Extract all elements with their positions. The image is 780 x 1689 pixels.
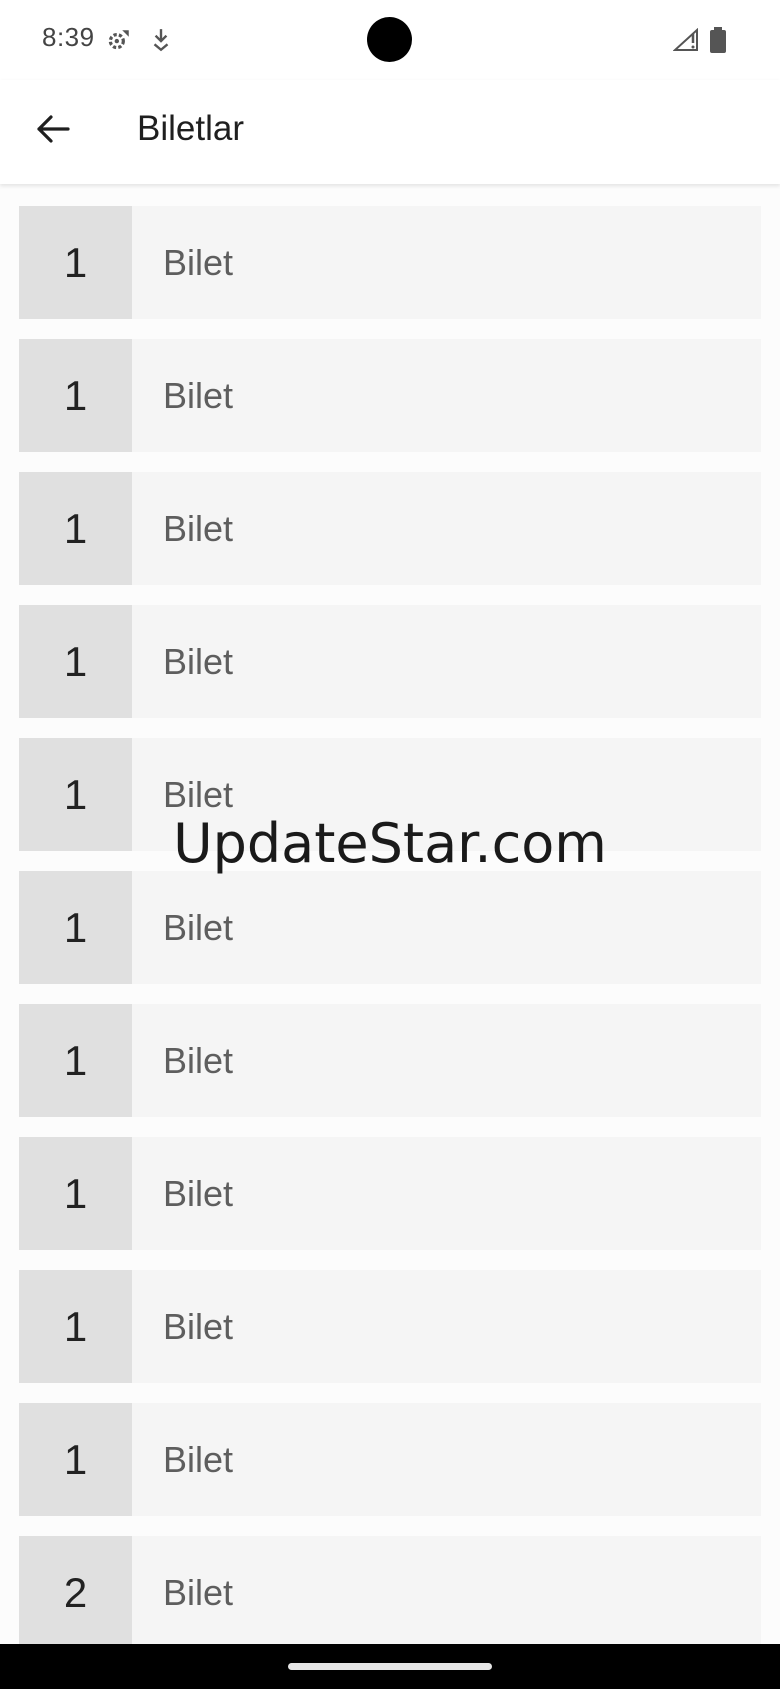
ticket-row[interactable]: 1 Bilet [19,605,761,718]
ticket-count: 1 [19,472,132,585]
ticket-count: 1 [19,206,132,319]
ticket-count: 1 [19,1137,132,1250]
ticket-label: Bilet [132,472,761,585]
ticket-count: 1 [19,738,132,851]
ticket-count: 1 [19,605,132,718]
home-indicator[interactable] [288,1663,492,1670]
ticket-row[interactable]: 1 Bilet [19,1403,761,1516]
ticket-count: 1 [19,1004,132,1117]
ticket-row[interactable]: 2 Bilet [19,1536,761,1644]
back-button[interactable] [24,100,82,158]
ticket-label: Bilet [132,605,761,718]
ticket-row[interactable]: 1 Bilet [19,472,761,585]
ticket-count: 1 [19,871,132,984]
ticket-row[interactable]: 1 Bilet [19,738,761,851]
download-icon [153,29,169,52]
status-bar: 8:39 [0,0,780,80]
ticket-label: Bilet [132,1004,761,1117]
ticket-label: Bilet [132,1270,761,1383]
ticket-count: 2 [19,1536,132,1644]
ticket-count: 1 [19,339,132,452]
ticket-row[interactable]: 1 Bilet [19,1004,761,1117]
ticket-label: Bilet [132,206,761,319]
status-time: 8:39 [42,22,95,52]
ticket-row[interactable]: 1 Bilet [19,1137,761,1250]
app-bar: Biletlar [0,80,780,184]
page-title: Biletlar [137,109,244,148]
ticket-count: 1 [19,1403,132,1516]
arrow-back-icon [37,115,70,143]
ticket-label: Bilet [132,1536,761,1644]
ticket-count: 1 [19,1270,132,1383]
ticket-row[interactable]: 1 Bilet [19,339,761,452]
navigation-bar [0,1644,780,1689]
ticket-label: Bilet [132,1403,761,1516]
ticket-row[interactable]: 1 Bilet [19,871,761,984]
signal-icon [673,28,698,51]
camera-cutout [367,17,412,62]
ticket-row[interactable]: 1 Bilet [19,206,761,319]
gear-icon [108,30,129,50]
ticket-label: Bilet [132,1137,761,1250]
ticket-label: Bilet [132,738,761,851]
ticket-label: Bilet [132,871,761,984]
ticket-label: Bilet [132,339,761,452]
ticket-row[interactable]: 1 Bilet [19,1270,761,1383]
ticket-list: 1 Bilet 1 Bilet 1 Bilet 1 Bilet 1 Bilet … [0,184,780,1644]
battery-icon [710,27,726,53]
